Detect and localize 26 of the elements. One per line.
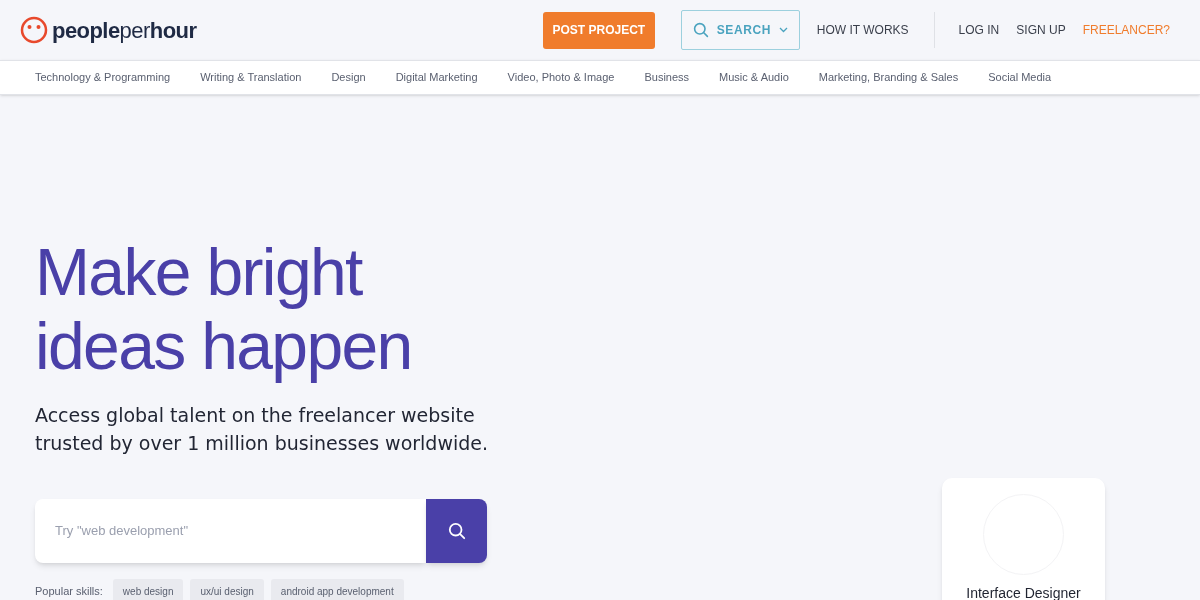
chevron-down-icon [778, 27, 788, 33]
hero-subtitle: Access global talent on the freelancer website trusted by over 1 million businesses worldwide. [35, 403, 488, 456]
category-link[interactable]: Marketing, Branding & Sales [818, 69, 959, 86]
logo-wordmark[interactable]: peopleperhour [52, 13, 197, 47]
search-icon [447, 522, 466, 540]
search-icon [692, 22, 709, 38]
search-field[interactable]: Try "web development" [35, 499, 426, 563]
log-in-link[interactable]: LOG IN [958, 21, 1000, 39]
hero-heading: Make bright ideas happen [35, 235, 413, 383]
skill-tag[interactable]: android app development [270, 579, 404, 600]
popular-skills-label: Popular skills: [35, 584, 103, 600]
how-it-works-link[interactable]: HOW IT WORKS [816, 21, 909, 39]
search-button[interactable] [426, 499, 487, 563]
skill-tag[interactable]: ux/ui design [190, 579, 264, 600]
category-link[interactable]: Technology & Programming [35, 69, 171, 86]
skill-tag[interactable]: web design [112, 579, 184, 600]
category-link[interactable]: Writing & Translation [200, 69, 302, 86]
category-link[interactable]: Design [331, 69, 366, 86]
category-link[interactable]: Social Media [988, 69, 1052, 86]
category-link[interactable]: Music & Audio [719, 69, 789, 86]
card-title: Interface Designer [966, 584, 1081, 600]
smiley-logo-icon [20, 16, 48, 44]
sign-up-link[interactable]: SIGN UP [1016, 21, 1066, 39]
category-link[interactable]: Digital Marketing [395, 69, 478, 86]
category-link[interactable]: Business [644, 69, 690, 86]
category-link[interactable]: Video, Photo & Image [507, 69, 615, 86]
